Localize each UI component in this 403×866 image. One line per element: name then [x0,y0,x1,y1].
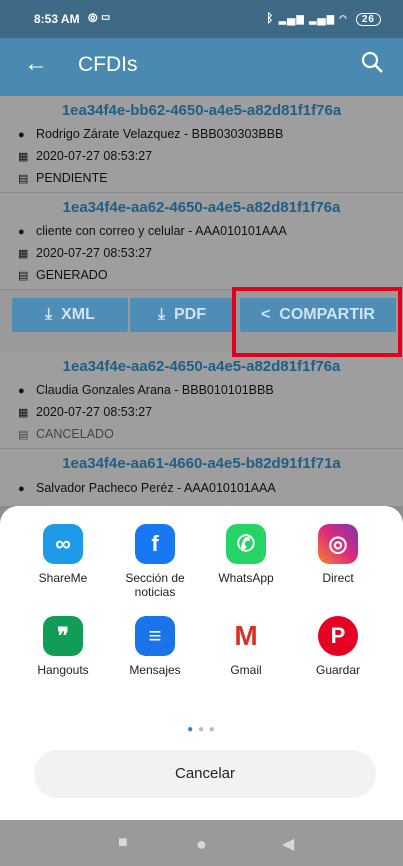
cancel-button[interactable]: Cancelar [34,750,376,798]
document-icon: ▤ [18,173,29,185]
wifi-icon: ◠ [339,11,348,25]
page-indicator: ● ● ● [187,724,216,735]
recents-icon[interactable]: ■ [118,834,128,852]
person-icon: ● [18,129,25,141]
document-icon: ▤ [18,270,29,282]
calendar-icon: ▦ [18,151,29,163]
cfdi-date: 2020-07-27 08:53:27 [36,405,153,419]
cfdi-status: GENERADO [36,268,108,282]
share-target-hangouts[interactable]: ❞ Hangouts [18,616,108,677]
client-name: Rodrigo Zárate Velazquez - BBB030303BBB [36,127,284,141]
cfdi-date: 2020-07-27 08:53:27 [36,149,153,163]
cfdi-uuid: 1ea34f4e-bb62-4650-a4e5-a82d81f1f76a [61,102,342,119]
person-icon: ● [18,226,25,238]
share-target-facebook[interactable]: f Sección de noticias [110,524,200,599]
bluetooth-icon: ᛒ [266,11,275,25]
cfdi-status: PENDIENTE [36,171,108,185]
cfdi-uuid: 1ea34f4e-aa62-4650-a4e5-a82d81f1f76a [62,199,341,216]
hangouts-icon: ❞ [43,616,83,656]
instagram-icon: ◎ [318,524,358,564]
messages-icon: ≡ [135,616,175,656]
back-icon[interactable]: ◀ [282,834,294,854]
status-right-icons: ᛒ ▂▄▆ ▂▄▆ ◠ 26 [266,11,381,26]
back-arrow-icon[interactable]: ← [24,50,48,78]
list-item[interactable]: 1ea34f4e-aa62-4650-a4e5-a82d81f1f76a ● Cl… [0,352,403,449]
search-icon[interactable] [361,51,385,80]
status-time: 8:53 AM [34,12,80,26]
whatsapp-icon: ✆ [226,524,266,564]
cfdi-date: 2020-07-27 08:53:27 [36,246,153,260]
download-icon: ⤓ [45,306,53,323]
share-target-direct[interactable]: ◎ Direct [293,524,383,585]
app-bar: ← CFDIs [0,38,403,96]
battery-icon: 26 [355,13,381,26]
person-icon: ● [18,483,25,495]
system-nav-bar: ■ ● ◀ [0,820,403,866]
facebook-icon: f [135,524,175,564]
cfdi-uuid: 1ea34f4e-aa62-4650-a4e5-a82d81f1f76a [62,358,341,375]
gmail-icon: M [226,616,266,656]
status-bar: 8:53 AM ⦾ ▭ ᛒ ▂▄▆ ▂▄▆ ◠ 26 [0,0,403,38]
share-target-pinterest[interactable]: P Guardar [293,616,383,677]
signal-icon: ▂▄▆ ▂▄▆ [278,11,335,25]
calendar-icon: ▦ [18,407,29,419]
client-name: cliente con correo y celular - AAA010101… [36,224,287,238]
list-item[interactable]: 1ea34f4e-aa61-4660-a4e5-b82d91f1f71a ● Sa… [0,449,403,507]
page-title: CFDIs [78,53,138,76]
list-item[interactable]: 1ea34f4e-aa62-4650-a4e5-a82d81f1f76a ● cl… [0,193,403,290]
share-sheet: ∞ ShareMe f Sección de noticias ✆ WhatsA… [0,506,403,820]
cfdi-uuid: 1ea34f4e-aa61-4660-a4e5-b82d91f1f71a [62,455,341,472]
list-item[interactable]: 1ea34f4e-bb62-4650-a4e5-a82d81f1f76a ● Ro… [0,96,403,193]
home-icon[interactable]: ● [196,834,207,855]
xml-button[interactable]: ⤓ XML [12,298,128,332]
notification-icons: ⦾ ▭ [88,11,111,25]
cfdi-status: CANCELADO [36,427,114,441]
calendar-icon: ▦ [18,248,29,260]
client-name: Salvador Pacheco Peréz - AAA010101AAA [36,481,276,495]
person-icon: ● [18,385,25,397]
shareme-icon: ∞ [43,524,83,564]
share-target-messages[interactable]: ≡ Mensajes [110,616,200,677]
download-icon: ⤓ [158,306,166,323]
share-target-gmail[interactable]: M Gmail [201,616,291,677]
pdf-button[interactable]: ⤓ PDF [130,298,234,332]
client-name: Claudia Gonzales Arana - BBB010101BBB [36,383,274,397]
highlight-box [232,287,402,357]
document-icon: ▤ [18,429,29,441]
share-target-whatsapp[interactable]: ✆ WhatsApp [201,524,291,585]
share-target-shareme[interactable]: ∞ ShareMe [18,524,108,585]
pinterest-icon: P [318,616,358,656]
